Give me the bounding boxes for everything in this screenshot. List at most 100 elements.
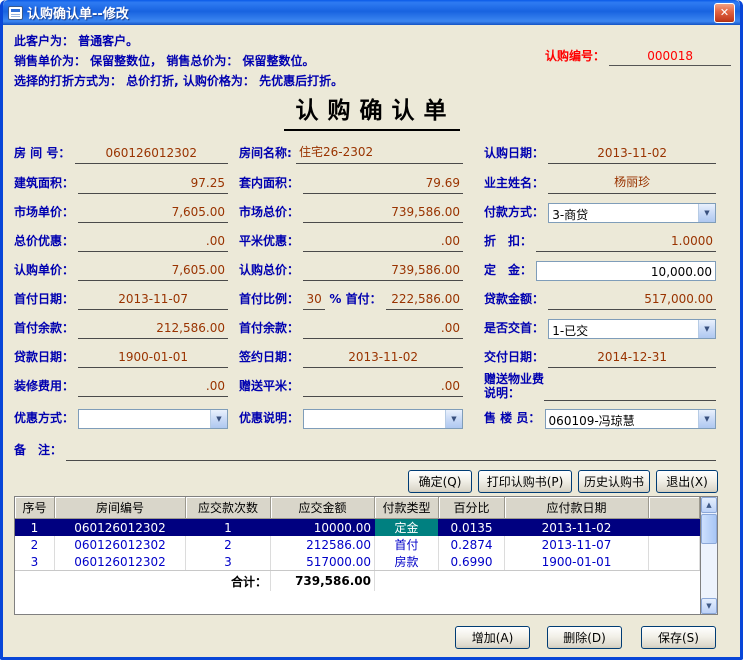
confirm-total-price-input[interactable]: 739,586.00 [303,263,463,281]
total-discount-input[interactable]: .00 [78,234,228,252]
down-pay-date-input[interactable]: 2013-11-07 [78,292,228,310]
table-total-row: 合计： 739,586.00 [15,570,700,591]
order-no-label: 认购编号： [545,47,609,66]
field-salesperson: 售 楼 员： 060109-冯琼慧 ▼ [484,405,716,429]
cell-room[interactable]: 060126012302 [55,519,186,536]
salesperson-label: 售 楼 员： [484,409,545,429]
scroll-up-icon[interactable]: ▲ [701,497,717,513]
cell-seq[interactable]: 3 [15,553,55,570]
cell-pct[interactable]: 0.0135 [439,519,505,536]
cell-seq[interactable]: 2 [15,536,55,553]
cell-amount[interactable]: 10000.00 [271,519,375,536]
print-confirm-letter-button[interactable]: 打印认购书(P) [478,470,572,493]
cell-date[interactable]: 2013-11-02 [505,519,649,536]
field-loan-date: 贷款日期： 1900-01-01 [14,344,228,368]
salesperson-value[interactable]: 060109-冯琼慧 [546,410,698,428]
cell-date[interactable]: 1900-01-01 [505,553,649,570]
cell-room[interactable]: 060126012302 [55,536,186,553]
deposit-input[interactable]: 10,000.00 [536,261,716,281]
sqm-discount-input[interactable]: .00 [303,234,463,252]
confirm-unit-price-label: 认购单价： [14,261,78,281]
market-total-price-input[interactable]: 739,586.00 [303,205,463,223]
table-row[interactable]: 3 060126012302 3 517000.00 房款 0.6990 190… [15,553,700,570]
confirm-button[interactable]: 确定(Q) [408,470,472,493]
cell-pct[interactable]: 0.2874 [439,536,505,553]
field-inner-area: 套内面积： 79.69 [239,170,463,194]
table-row[interactable]: 1 060126012302 1 10000.00 定金 0.0135 2013… [15,519,700,536]
deliver-date-input[interactable]: 2014-12-31 [548,350,716,368]
gift-property-note-input[interactable] [544,383,716,401]
title-bar[interactable]: 认购确认单--修改 ✕ [3,0,740,25]
pay-method-label: 付款方式： [484,203,548,223]
discount-note-value[interactable] [304,410,445,428]
gift-sqm-input[interactable]: .00 [303,379,463,397]
cell-times[interactable]: 1 [186,519,271,536]
down-pay-rest2-label: 首付余款： [239,319,303,339]
confirm-unit-price-input[interactable]: 7,605.00 [78,263,228,281]
chevron-down-icon[interactable]: ▼ [698,410,715,428]
cell-pct[interactable]: 0.6990 [439,553,505,570]
info-line-pricing: 销售单价为： 保留整数位， 销售总价为： 保留整数位。 [14,52,315,69]
chevron-down-icon[interactable]: ▼ [698,320,715,338]
add-button[interactable]: 增加(A) [455,626,530,649]
chevron-down-icon[interactable]: ▼ [210,410,227,428]
room-no-input[interactable]: 060126012302 [75,146,228,164]
scrollbar-thumb[interactable] [701,514,717,544]
owner-name-input[interactable]: 杨丽珍 [548,173,716,194]
close-button[interactable]: ✕ [714,3,735,23]
field-confirm-unit-price: 认购单价： 7,605.00 [14,257,228,281]
down-pay-rest2-input[interactable]: .00 [303,321,463,339]
cell-seq[interactable]: 1 [15,519,55,536]
cell-type[interactable]: 定金 [375,519,439,536]
market-unit-price-input[interactable]: 7,605.00 [78,205,228,223]
owner-name-label: 业主姓名： [484,174,548,194]
total-label: 合计： [186,571,271,591]
is-first-paid-value[interactable]: 1-已交 [549,320,698,338]
scrollbar-track[interactable] [701,545,717,598]
delete-button[interactable]: 删除(D) [547,626,622,649]
discount-method-select[interactable]: ▼ [78,409,228,429]
save-button[interactable]: 保存(S) [641,626,716,649]
field-discount-note: 优惠说明： ▼ [239,405,463,429]
cell-date[interactable]: 2013-11-07 [505,536,649,553]
cell-times[interactable]: 2 [186,536,271,553]
chevron-down-icon[interactable]: ▼ [698,204,715,222]
sign-date-input[interactable]: 2013-11-02 [303,350,463,368]
history-confirm-letter-button[interactable]: 历史认购书 [578,470,650,493]
scroll-down-icon[interactable]: ▼ [701,598,717,614]
down-pay-amount-input[interactable]: 222,586.00 [386,292,463,310]
vertical-scrollbar[interactable]: ▲ ▼ [700,497,717,614]
field-owner-name: 业主姓名： 杨丽珍 [484,170,716,194]
salesperson-select[interactable]: 060109-冯琼慧 ▼ [545,409,716,429]
cell-room[interactable]: 060126012302 [55,553,186,570]
room-name-input[interactable]: 住宅26-2302 [296,143,463,164]
field-loan-amount: 贷款金额： 517,000.00 [484,286,716,310]
decorate-fee-input[interactable]: .00 [78,379,228,397]
is-first-paid-select[interactable]: 1-已交 ▼ [548,319,716,339]
confirm-date-input[interactable]: 2013-11-02 [548,146,716,164]
cell-amount[interactable]: 517000.00 [271,553,375,570]
remark-input[interactable] [66,443,716,461]
discount-method-value[interactable] [79,410,210,428]
field-deliver-date: 交付日期： 2014-12-31 [484,344,716,368]
build-area-input[interactable]: 97.25 [78,176,228,194]
pay-method-value[interactable]: 3-商贷 [549,204,698,222]
loan-date-input[interactable]: 1900-01-01 [78,350,228,368]
cell-type[interactable]: 房款 [375,553,439,570]
cell-amount[interactable]: 212586.00 [271,536,375,553]
pay-method-select[interactable]: 3-商贷 ▼ [548,203,716,223]
discount-rate-input[interactable]: 1.0000 [536,234,716,252]
down-pay-ratio-input[interactable]: 30 [303,292,325,310]
field-gift-property-note: 赠送物业费 说明： [484,369,716,401]
exit-button[interactable]: 退出(X) [656,470,718,493]
inner-area-input[interactable]: 79.69 [303,176,463,194]
chevron-down-icon[interactable]: ▼ [445,410,462,428]
field-confirm-date: 认购日期： 2013-11-02 [484,140,716,164]
cell-type[interactable]: 首付 [375,536,439,553]
loan-amount-input[interactable]: 517,000.00 [548,292,716,310]
down-pay-rest-input[interactable]: 212,586.00 [78,321,228,339]
discount-note-select[interactable]: ▼ [303,409,463,429]
cell-times[interactable]: 3 [186,553,271,570]
field-sign-date: 签约日期： 2013-11-02 [239,344,463,368]
table-row[interactable]: 2 060126012302 2 212586.00 首付 0.2874 201… [15,536,700,553]
